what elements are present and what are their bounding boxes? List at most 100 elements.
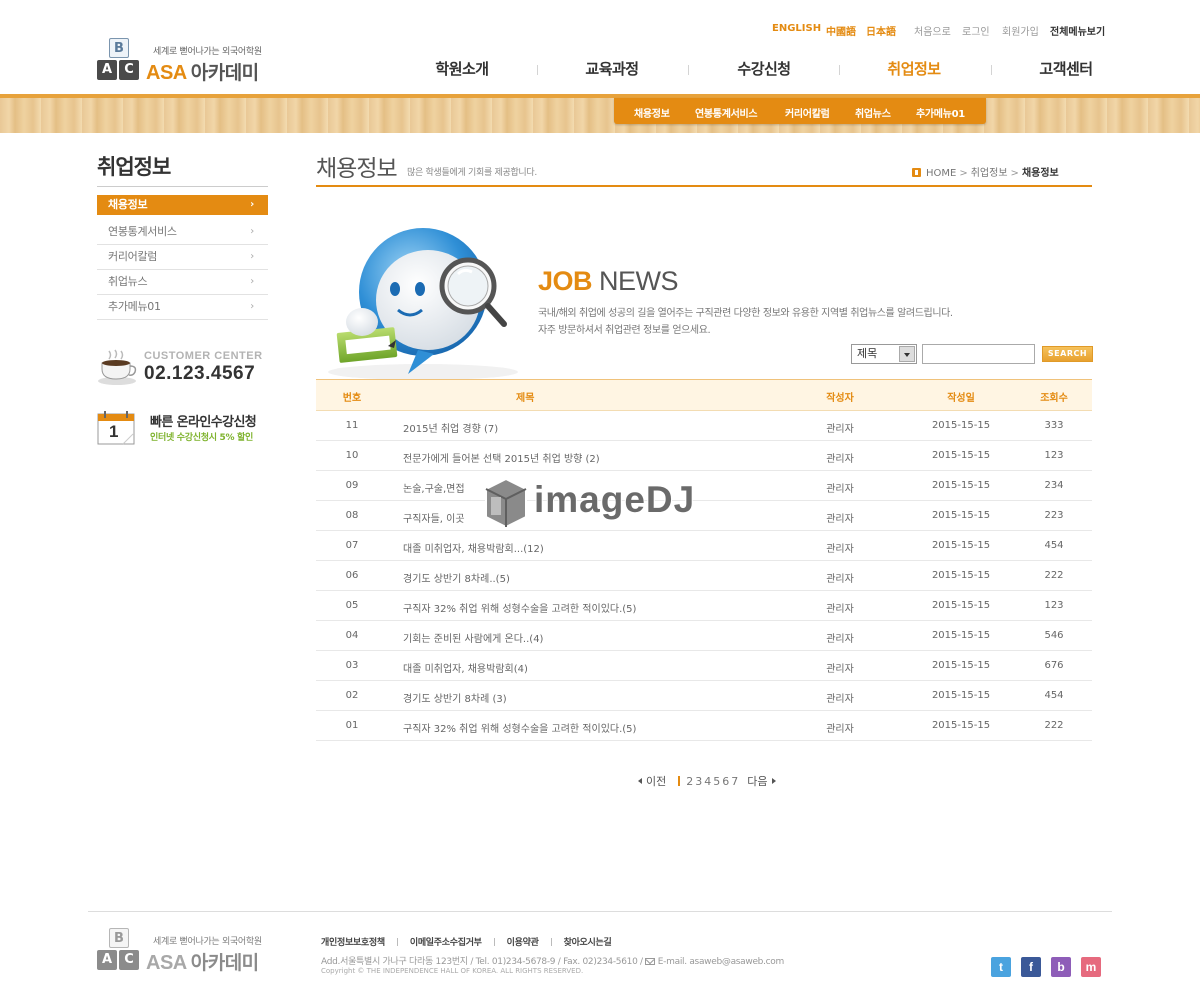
lang-japanese-link[interactable]: 日本語 [866,23,896,38]
footer-links: 개인정보보호정책 이메일주소수집거부 이용약관 찾아오시는길 [321,935,612,948]
online-registration-title: 빠른 온라인수강신청 [150,415,257,430]
table-row: 06 경기도 상반기 8차례..(5) 관리자 2015-15-15 222 [316,561,1092,591]
login-link[interactable]: 로그인 [962,23,990,38]
page-6-link[interactable]: 6 [722,775,729,788]
search-bar: 제목 SEARCH [851,343,1093,365]
search-input[interactable] [922,344,1035,364]
subnav-recruit[interactable]: 채용정보 [634,105,670,120]
header-date: 작성일 [947,393,975,404]
online-registration-subtitle: 인터넷 수강신청시 5% 할인 [150,433,253,443]
twitter-icon[interactable]: t [991,957,1011,977]
page-description: 많은 학생들에게 기회를 제공합니다. [407,168,537,178]
search-field-select[interactable]: 제목 [851,344,917,364]
post-title-link[interactable]: 대졸 미취업자, 채용박람회(4) [403,660,823,675]
logo-brand: ASA 아카데미 [146,952,259,974]
lang-chinese-link[interactable]: 中國語 [826,23,856,38]
email-refusal-link[interactable]: 이메일주소수집거부 [410,938,482,948]
nav-registration[interactable]: 수강신청 [694,58,834,79]
table-header: 번호 제목 작성자 작성일 조회수 [316,379,1092,411]
subnav-career[interactable]: 커리어칼럼 [785,105,830,120]
nav-about[interactable]: 학원소개 [392,58,532,79]
search-button[interactable]: SEARCH [1042,346,1093,362]
sidebar-item-recruit[interactable]: 채용정보 › [97,195,268,215]
breadcrumb-jobs[interactable]: 취업정보 [971,168,1008,179]
watermark-box-icon [485,477,527,529]
chevron-right-icon: › [250,226,254,237]
nav-divider [839,65,840,75]
table-row: 03 대졸 미취업자, 채용박람회(4) 관리자 2015-15-15 676 [316,651,1092,681]
header-number: 번호 [342,393,362,404]
home-icon [912,168,921,177]
signup-link[interactable]: 회원가입 [1002,23,1039,38]
coffee-cup-icon [98,349,137,385]
home-link[interactable]: 처음으로 [914,23,951,38]
header-wood-band [0,94,1200,133]
logo-cubes-icon: B A C [97,38,143,84]
post-title-link[interactable]: 구직자 32% 취업 위해 성형수술을 고려한 적이있다.(5) [403,720,823,735]
board-table: 번호 제목 작성자 작성일 조회수 11 2015년 취업 경향 (7) 관리자 20… [316,379,1092,741]
watermark: imageDJ [482,471,722,531]
post-title-link[interactable]: 경기도 상반기 8차례..(5) [403,570,823,585]
header-views: 조회수 [1040,393,1068,404]
post-title-link[interactable]: 경기도 상반기 8차례 (3) [403,690,823,705]
me2day-icon[interactable]: m [1081,957,1101,977]
top-links: ENGLISH 中國語 日本語 처음으로 로그인 회원가입 전체메뉴보기 [0,23,1200,38]
post-title-link[interactable]: 2015년 취업 경향 (7) [403,420,823,435]
terms-link[interactable]: 이용약관 [507,938,539,948]
sidebar-divider [97,186,268,187]
online-registration-banner[interactable]: 1 빠른 온라인수강신청 인터넷 수강신청시 5% 할인 [97,408,272,448]
page-7-link[interactable]: 7 [731,775,738,788]
breadcrumb-home[interactable]: HOME [926,168,956,179]
table-row: 11 2015년 취업 경향 (7) 관리자 2015-15-15 333 [316,411,1092,441]
page-3-link[interactable]: 3 [695,775,702,788]
arrow-left-icon [638,778,642,784]
page-5-link[interactable]: 5 [713,775,720,788]
sidebar-item-career[interactable]: 커리어칼럼 › [97,245,268,270]
privacy-policy-link[interactable]: 개인정보보호정책 [321,938,385,948]
nav-divider [688,65,689,75]
breadcrumb-current: 채용정보 [1021,168,1059,179]
subnav-extra[interactable]: 추가메뉴01 [916,105,965,120]
sidebar-title: 취업정보 [97,155,171,179]
directions-link[interactable]: 찾아오시는길 [564,938,612,948]
subnav-news[interactable]: 취업뉴스 [855,105,891,120]
subnav-salary[interactable]: 연봉통계서비스 [695,105,758,120]
blog-icon[interactable]: b [1051,957,1071,977]
footer-email: E-mail. asaweb@asaweb.com [657,957,784,967]
sub-nav: 채용정보 연봉통계서비스 커리어칼럼 취업뉴스 추가메뉴01 [614,98,986,124]
page-4-link[interactable]: 4 [704,775,711,788]
post-title-link[interactable]: 대졸 미취업자, 채용박람회...(12) [403,540,823,555]
watermark-text: imageDJ [534,479,696,520]
nav-jobs[interactable]: 취업정보 [844,58,984,79]
job-news-description: 국내/해외 취업에 성공의 길을 열어주는 구직관련 다양한 정보와 유용한 지… [538,308,953,336]
site-logo[interactable]: B A C 세계로 뻗어나가는 외국어학원 ASA 아카데미 [97,38,277,86]
header-writer: 작성자 [826,393,854,404]
nav-divider [991,65,992,75]
footer-divider [88,911,1112,912]
sidebar-item-salary[interactable]: 연봉통계서비스 › [97,220,268,245]
sidebar-item-extra[interactable]: 추가메뉴01 › [97,295,268,320]
facebook-icon[interactable]: f [1021,957,1041,977]
arrow-right-icon [771,778,776,784]
nav-courses[interactable]: 교육과정 [542,58,682,79]
chevron-right-icon: > [959,168,968,179]
table-row: 05 구직자 32% 취업 위해 성형수술을 고려한 적이있다.(5) 관리자 201… [316,591,1092,621]
next-page-link[interactable]: 다음 [747,773,767,789]
chevron-right-icon: › [250,276,254,287]
footer-logo: B A C 세계로 뻗어나가는 외국어학원 ASA 아카데미 [97,928,277,976]
sidebar-item-news[interactable]: 취업뉴스 › [97,270,268,295]
page-2-link[interactable]: 2 [686,775,693,788]
nav-support[interactable]: 고객센터 [996,58,1136,79]
post-title-link[interactable]: 구직자 32% 취업 위해 성형수술을 고려한 적이있다.(5) [403,600,823,615]
chevron-right-icon: › [250,199,254,210]
header-title: 제목 [516,393,535,404]
prev-page-link[interactable]: 이전 [646,773,666,789]
sitemap-link[interactable]: 전체메뉴보기 [1050,23,1105,38]
post-title-link[interactable]: 기회는 준비된 사람에게 온다..(4) [403,630,823,645]
title-underline [316,185,1092,187]
post-title-link[interactable]: 전문가에게 들어본 선택 2015년 취업 방향 (2) [403,450,823,465]
table-row: 04 기회는 준비된 사람에게 온다..(4) 관리자 2015-15-15 546 [316,621,1092,651]
customer-center-label: CUSTOMER CENTER [144,350,263,362]
chevron-down-icon [899,346,915,362]
lang-english-link[interactable]: ENGLISH [772,23,821,34]
